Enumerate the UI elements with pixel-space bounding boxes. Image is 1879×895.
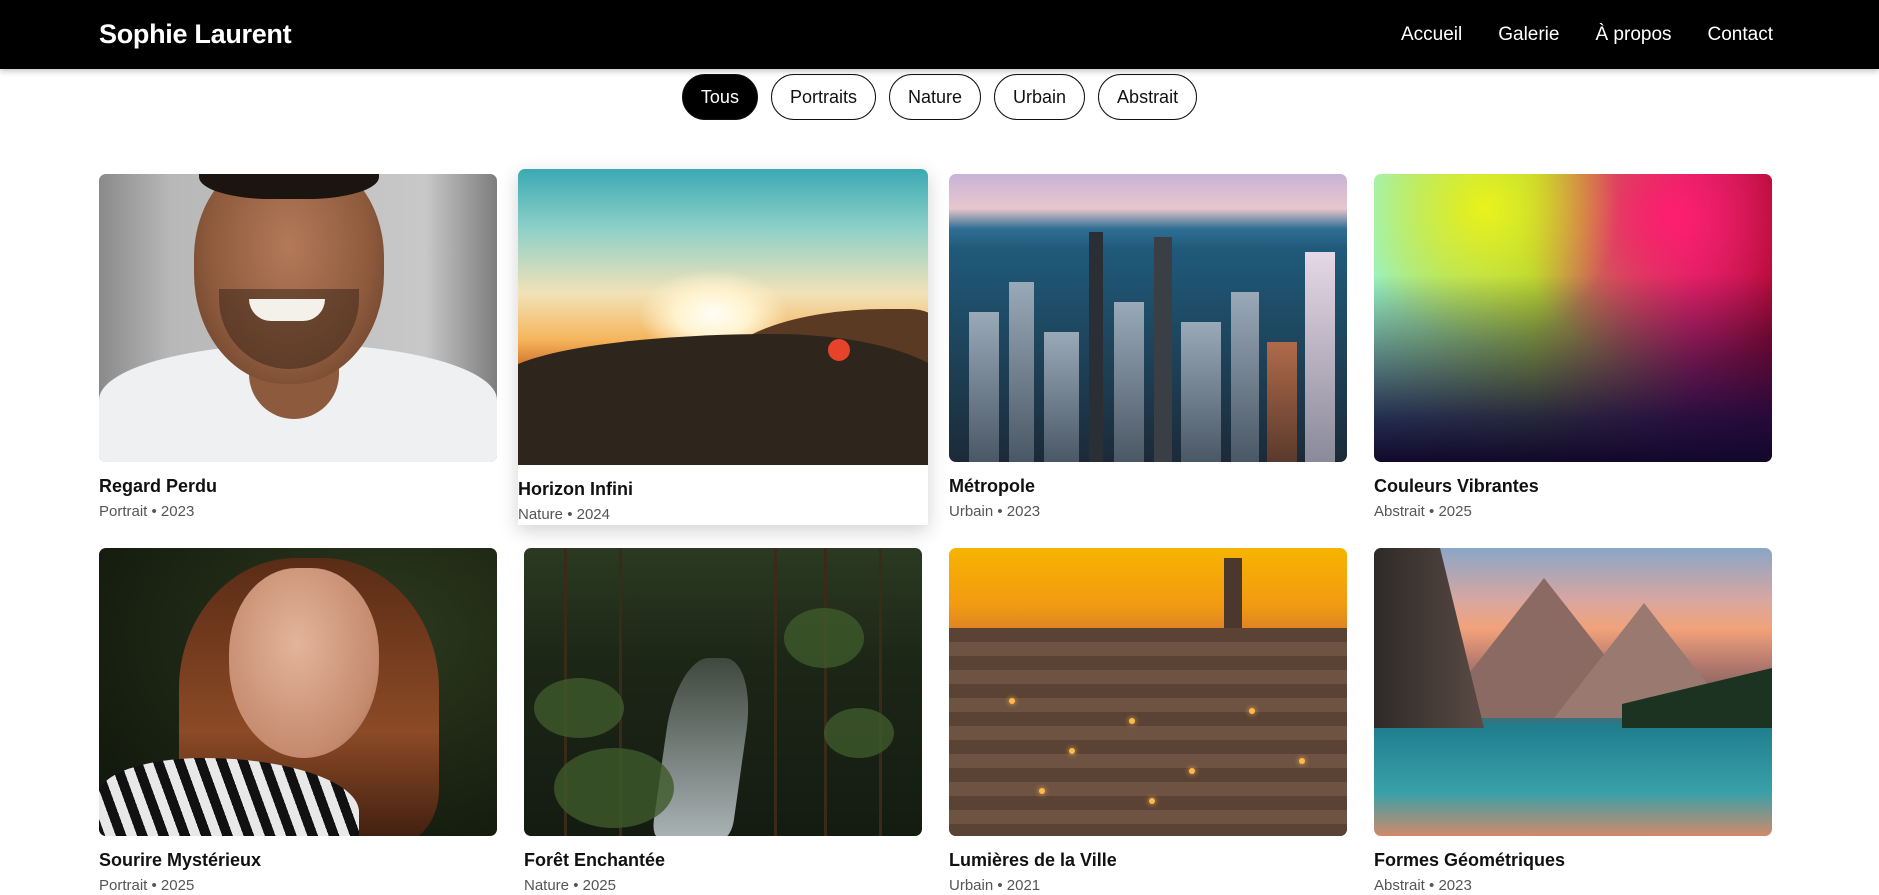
gallery-card-hovered[interactable]: Horizon Infini Nature • 2024	[518, 169, 928, 525]
card-meta: Abstrait • 2023	[1374, 877, 1472, 894]
site-brand[interactable]: Sophie Laurent	[99, 19, 292, 50]
card-title: Forêt Enchantée	[524, 850, 666, 870]
card-title: Couleurs Vibrantes	[1374, 476, 1539, 496]
card-title: Lumières de la Ville	[949, 850, 1117, 870]
photo-thumbnail[interactable]	[949, 548, 1347, 836]
card-meta: Abstrait • 2025	[1374, 503, 1472, 520]
card-title: Regard Perdu	[99, 476, 218, 496]
nav-link-contact[interactable]: Contact	[1708, 24, 1773, 46]
photo-thumbnail[interactable]	[1374, 548, 1772, 836]
card-title: Métropole	[949, 476, 1036, 496]
card-meta: Portrait • 2025	[99, 877, 195, 894]
card-meta: Nature • 2025	[524, 877, 616, 894]
gallery-card[interactable]: Regard Perdu Portrait • 2023	[99, 174, 497, 520]
card-meta: Nature • 2024	[518, 506, 610, 523]
nav-link-a-propos[interactable]: À propos	[1595, 24, 1671, 46]
nav-link-accueil[interactable]: Accueil	[1401, 24, 1462, 46]
card-title: Sourire Mystérieux	[99, 850, 262, 870]
top-navbar: Sophie Laurent Accueil Galerie À propos …	[0, 0, 1879, 69]
card-meta: Portrait • 2023	[99, 503, 195, 520]
gallery-card[interactable]: Métropole Urbain • 2023	[949, 174, 1347, 520]
gallery-card[interactable]: Lumières de la Ville Urbain • 2021	[949, 548, 1347, 894]
gallery-grid: Regard Perdu Portrait • 2023 Horizon Inf…	[0, 0, 1879, 895]
photo-thumbnail[interactable]	[1374, 174, 1772, 462]
main-nav: Accueil Galerie À propos Contact	[1401, 24, 1773, 46]
gallery-card[interactable]: Couleurs Vibrantes Abstrait • 2025	[1374, 174, 1772, 520]
gallery-card[interactable]: Sourire Mystérieux Portrait • 2025	[99, 548, 497, 894]
gallery-card[interactable]: Formes Géométriques Abstrait • 2023	[1374, 548, 1772, 894]
photo-thumbnail[interactable]	[518, 169, 928, 465]
photo-thumbnail[interactable]	[99, 174, 497, 462]
photo-thumbnail[interactable]	[949, 174, 1347, 462]
photo-thumbnail[interactable]	[99, 548, 497, 836]
gallery-card[interactable]: Forêt Enchantée Nature • 2025	[524, 548, 922, 894]
card-title: Formes Géométriques	[1374, 850, 1566, 870]
nav-link-galerie[interactable]: Galerie	[1498, 24, 1559, 46]
card-meta: Urbain • 2023	[949, 503, 1041, 520]
photo-thumbnail[interactable]	[524, 548, 922, 836]
card-meta: Urbain • 2021	[949, 877, 1041, 894]
card-title: Horizon Infini	[518, 479, 633, 499]
